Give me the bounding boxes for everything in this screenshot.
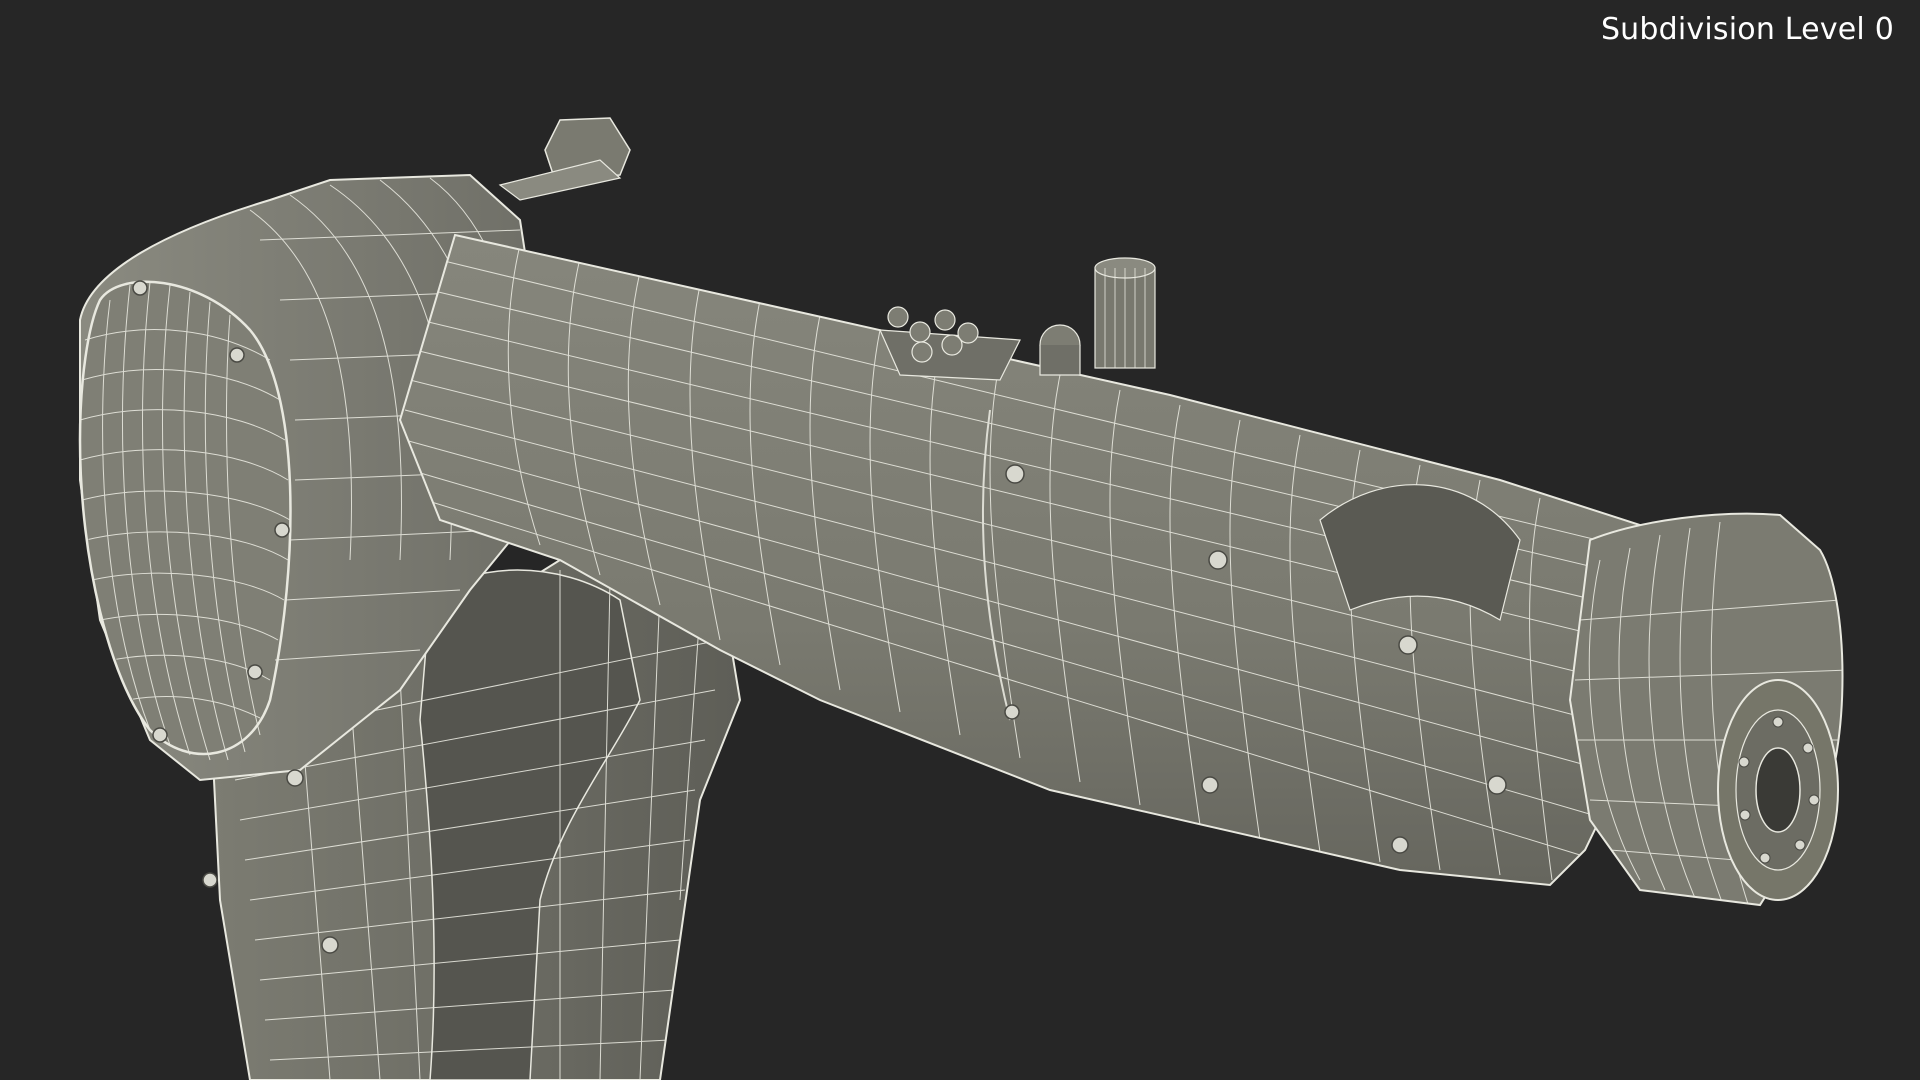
subdivision-level-label: Subdivision Level 0 — [1600, 12, 1894, 47]
robot-arm-wireframe-render — [78, 117, 1844, 1080]
wrist-flange — [1568, 512, 1844, 907]
3d-viewport[interactable]: Subdivision Level 0 — [0, 0, 1920, 1080]
